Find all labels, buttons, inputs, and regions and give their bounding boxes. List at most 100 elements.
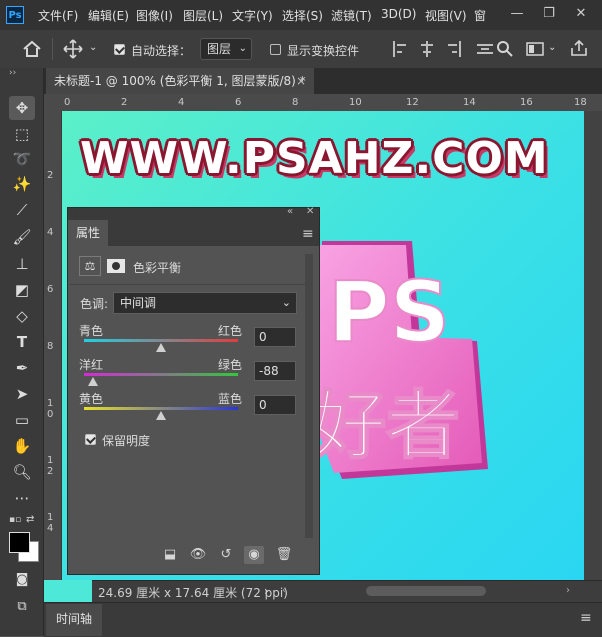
horizontal-scrollbar-thumb[interactable] [366, 586, 486, 596]
banner-text: WWW.PSAHZ.COM [80, 133, 549, 184]
balance-scale-icon[interactable]: ⚖ [79, 256, 101, 276]
rectangle-tool-icon[interactable]: ▭ [9, 408, 35, 432]
preserve-luminosity-checkbox[interactable] [85, 434, 96, 445]
auto-select-checkbox[interactable] [114, 44, 125, 55]
move-tool-icon[interactable] [63, 39, 83, 59]
workspace-icon[interactable] [526, 40, 544, 58]
marquee-tool-icon[interactable]: ⬚ [9, 122, 35, 146]
quick-mask-icon[interactable]: ◙ [9, 568, 35, 592]
align-left-icon[interactable] [392, 40, 410, 58]
properties-scrollbar[interactable] [305, 254, 313, 538]
close-panel-icon[interactable]: ✕ [306, 206, 314, 217]
menu-filter[interactable]: 滤镜(T) [331, 7, 372, 24]
yellow-blue-value-field[interactable]: 0 [254, 395, 296, 415]
eraser-tool-icon[interactable]: ◩ [9, 278, 35, 302]
restore-button[interactable]: ❐ [538, 4, 560, 24]
collapse-panel-icon[interactable]: ›› [9, 68, 16, 78]
auto-select-target-dropdown[interactable]: 图层 ⌄ [200, 38, 252, 60]
options-separator [52, 38, 53, 60]
properties-panel-header[interactable] [68, 208, 319, 220]
reset-icon[interactable]: ↺ [216, 546, 236, 564]
ruler-tick: 8 [292, 97, 299, 108]
default-colors-icon[interactable]: ▪▫ [9, 515, 21, 525]
brush-tool-icon[interactable]: 🖌 [9, 225, 35, 249]
menu-type[interactable]: 文字(Y) [232, 7, 273, 24]
menu-3d[interactable]: 3D(D) [381, 7, 416, 21]
status-menu-arrow-icon[interactable]: › [264, 584, 269, 598]
ruler-tick: 1 0 [47, 398, 54, 420]
slider-blue-label: 蓝色 [218, 392, 243, 406]
tab-timeline[interactable]: 时间轴 [46, 604, 102, 636]
pen-tool-icon[interactable]: ✒ [9, 356, 35, 380]
distribute-icon[interactable] [476, 40, 494, 58]
yellow-blue-slider-thumb[interactable] [156, 411, 166, 420]
menu-edit[interactable]: 编辑(E) [88, 7, 129, 24]
move-tool-icon[interactable]: ✥ [9, 96, 35, 120]
ruler-tick: 16 [520, 97, 533, 108]
vertical-scrollbar[interactable] [584, 111, 602, 581]
adjustment-title: 色彩平衡 [133, 261, 182, 275]
horizontal-ruler [44, 94, 602, 112]
visibility-eye-icon[interactable]: ◉ [244, 546, 264, 564]
cyan-red-value-field[interactable]: 0 [254, 327, 296, 347]
share-icon[interactable] [570, 39, 588, 57]
ruler-tick: 1 4 [47, 512, 54, 534]
magenta-green-value-field[interactable]: -88 [254, 361, 296, 381]
stamp-tool-icon[interactable]: ⊥ [9, 252, 35, 276]
menu-select[interactable]: 选择(S) [282, 7, 323, 24]
magenta-green-slider-thumb[interactable] [88, 377, 98, 386]
scroll-right-icon[interactable]: › [566, 585, 576, 597]
trash-icon[interactable]: 🗑︎ [274, 546, 294, 564]
path-select-tool-icon[interactable]: ➤ [9, 382, 35, 406]
chevron-down-icon[interactable]: ⌄ [548, 42, 556, 53]
lasso-tool-icon[interactable]: ➰ [9, 147, 35, 171]
preserve-luminosity-label: 保留明度 [102, 434, 151, 448]
show-transform-checkbox[interactable] [270, 44, 281, 55]
slider-yellow-label: 黄色 [79, 392, 104, 406]
foreground-color-swatch[interactable] [9, 532, 30, 553]
collapse-panel-icon[interactable]: « [287, 206, 293, 217]
scroll-left-icon[interactable]: ‹ [282, 585, 292, 597]
paint-bucket-tool-icon[interactable]: ◇ [9, 304, 35, 328]
minimize-button[interactable]: — [506, 4, 528, 24]
eyedropper-tool-icon[interactable]: ⟋ [9, 198, 35, 222]
tone-dropdown[interactable]: 中间调 ⌄ [113, 292, 297, 314]
chevron-down-icon: ⌄ [281, 296, 291, 309]
yellow-blue-slider-track[interactable] [84, 407, 238, 410]
layer-mask-icon[interactable] [105, 256, 127, 276]
menu-window[interactable]: 窗 [474, 7, 486, 24]
magenta-green-slider-track[interactable] [84, 373, 238, 376]
menu-layer[interactable]: 图层(L) [183, 7, 223, 24]
panel-menu-icon[interactable]: ≡ [302, 226, 314, 242]
panel-menu-icon[interactable]: ≡ [580, 610, 592, 626]
cyan-red-slider-thumb[interactable] [156, 343, 166, 352]
close-window-button[interactable]: ✕ [570, 4, 592, 24]
menu-view[interactable]: 视图(V) [425, 7, 467, 24]
chevron-down-icon[interactable]: ⌄ [89, 42, 97, 53]
panel-divider [70, 284, 310, 285]
magic-wand-tool-icon[interactable]: ✨ [9, 172, 35, 196]
type-tool-icon[interactable]: T [9, 330, 35, 354]
search-icon[interactable] [496, 40, 514, 58]
swap-colors-icon[interactable]: ⇄ [26, 514, 34, 525]
align-center-icon[interactable] [418, 40, 436, 58]
cyan-red-slider-track[interactable] [84, 339, 238, 342]
close-tab-icon[interactable]: × [296, 74, 306, 88]
ruler-tick: 18 [574, 97, 587, 108]
hand-tool-icon[interactable]: ✋ [9, 434, 35, 458]
document-tab[interactable]: 未标题-1 @ 100% (色彩平衡 1, 图层蒙版/8) * [46, 68, 314, 94]
screen-mode-icon[interactable]: ⧉ [9, 595, 35, 619]
view-previous-state-icon[interactable]: 👁︎ [188, 546, 208, 564]
zoom-level-swatch [44, 580, 92, 602]
zoom-tool-icon[interactable]: 🔍︎ [9, 460, 35, 484]
photoshop-logo-icon[interactable]: Ps [6, 6, 24, 24]
document-size-text: 24.69 厘米 x 17.64 厘米 (72 ppi) [98, 586, 288, 600]
tab-properties[interactable]: 属性 [68, 220, 108, 246]
menu-file[interactable]: 文件(F) [38, 7, 78, 24]
more-tools-icon[interactable]: ⋯ [9, 486, 35, 510]
menu-image[interactable]: 图像(I) [136, 7, 173, 24]
ruler-tick: 6 [235, 97, 242, 108]
clip-to-layer-icon[interactable]: ⬓ [160, 546, 180, 564]
align-right-icon[interactable] [444, 40, 462, 58]
home-icon[interactable] [22, 40, 42, 58]
